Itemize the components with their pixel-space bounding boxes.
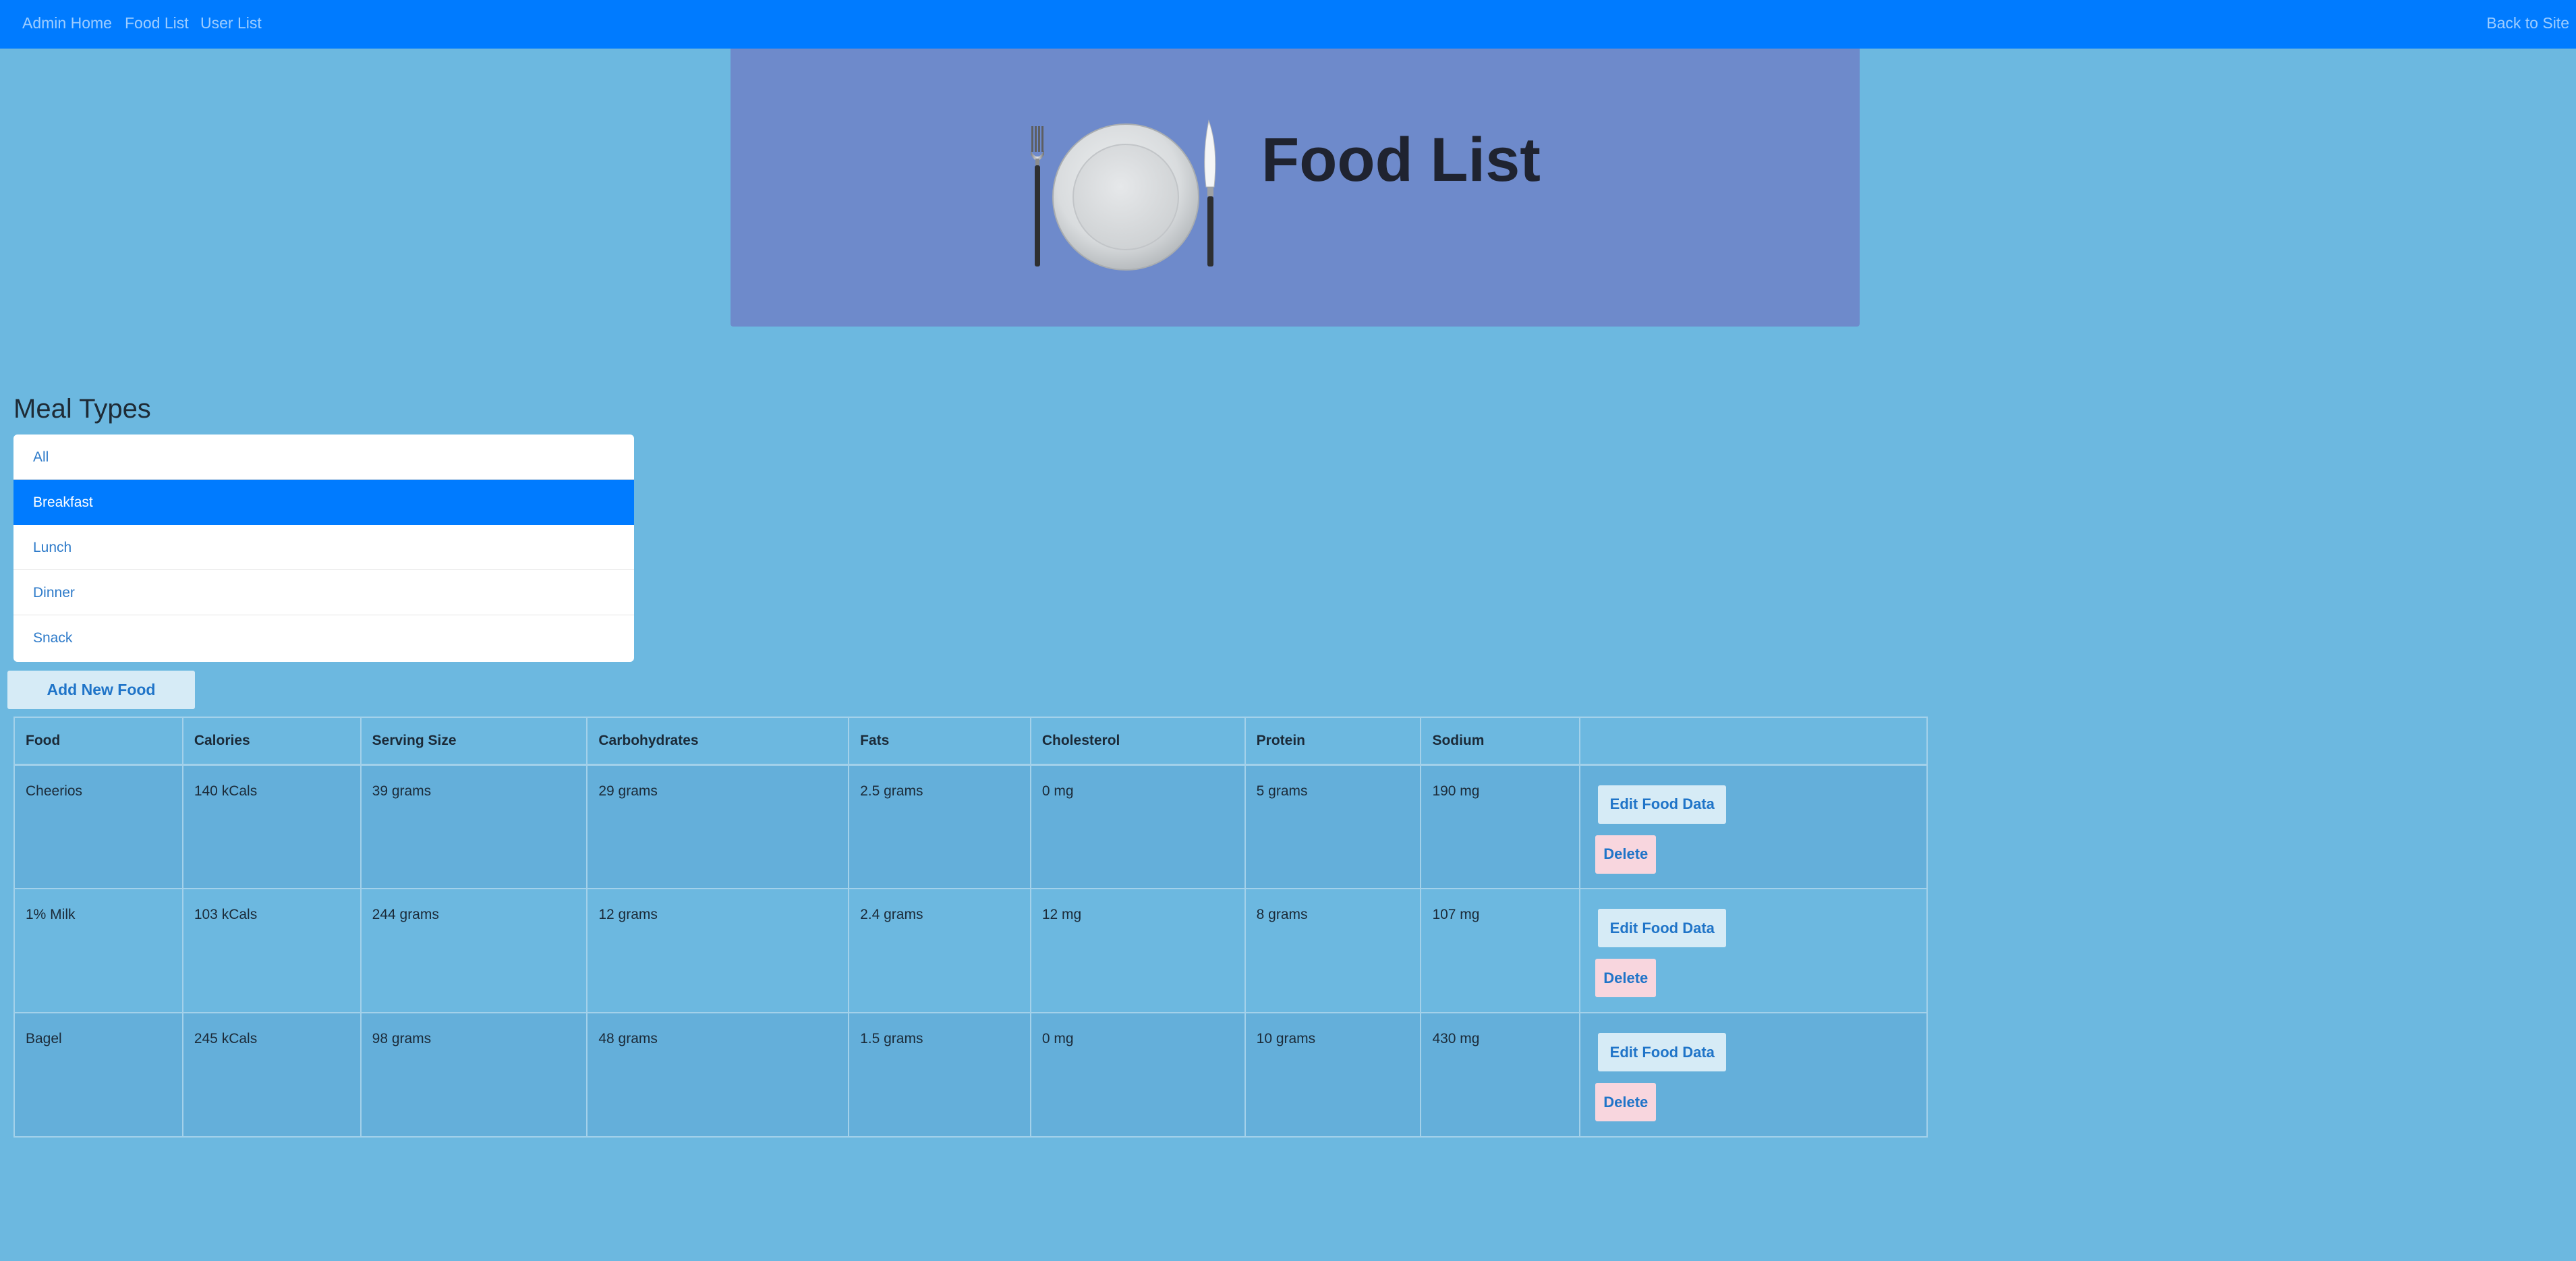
header-serving-size: Serving Size — [360, 717, 588, 766]
cell-serving-size: 98 grams — [360, 1012, 588, 1138]
cell-carbohydrates: 48 grams — [586, 1012, 850, 1138]
cell-carbohydrates: 29 grams — [586, 764, 850, 889]
meal-type-all[interactable]: All — [13, 435, 634, 480]
meal-types-heading: Meal Types — [13, 394, 151, 424]
page-title: Food List — [1261, 125, 1541, 194]
cell-cholesterol: 0 mg — [1029, 764, 1246, 889]
header-actions — [1579, 717, 1928, 766]
cell-carbohydrates: 12 grams — [586, 888, 850, 1013]
food-table: Food Calories Serving Size Carbohydrates… — [13, 717, 1928, 1138]
meal-types-list: All Breakfast Lunch Dinner Snack — [13, 435, 634, 662]
header-fats: Fats — [848, 717, 1031, 766]
table-row: Bagel 245 kCals 98 grams 48 grams 1.5 gr… — [13, 1012, 1928, 1138]
cell-cholesterol: 0 mg — [1029, 1012, 1246, 1138]
header-carbohydrates: Carbohydrates — [586, 717, 850, 766]
cell-cholesterol: 12 mg — [1029, 888, 1246, 1013]
cell-protein: 8 grams — [1244, 888, 1422, 1013]
fork-icon — [1031, 126, 1044, 267]
cell-actions: Edit Food Data Delete — [1579, 764, 1928, 889]
top-navbar: Admin Home Food List User List Back to S… — [0, 0, 2576, 49]
page-banner: Food List — [731, 49, 1860, 327]
cell-fats: 2.5 grams — [848, 764, 1031, 889]
meal-type-breakfast[interactable]: Breakfast — [13, 480, 634, 525]
header-food: Food — [13, 717, 183, 766]
table-row: 1% Milk 103 kCals 244 grams 12 grams 2.4… — [13, 888, 1928, 1013]
add-new-food-button[interactable]: Add New Food — [7, 671, 195, 709]
cell-serving-size: 244 grams — [360, 888, 588, 1013]
meal-type-lunch[interactable]: Lunch — [13, 525, 634, 570]
cell-calories: 103 kCals — [181, 888, 362, 1013]
cell-calories: 140 kCals — [181, 764, 362, 889]
header-calories: Calories — [181, 717, 362, 766]
cell-fats: 1.5 grams — [848, 1012, 1031, 1138]
header-cholesterol: Cholesterol — [1029, 717, 1246, 766]
table-header-row: Food Calories Serving Size Carbohydrates… — [13, 717, 1928, 766]
nav-admin-home-link[interactable]: Admin Home — [22, 0, 112, 49]
cell-sodium: 430 mg — [1420, 1012, 1581, 1138]
cell-food: Cheerios — [13, 764, 183, 889]
cell-protein: 10 grams — [1244, 1012, 1422, 1138]
place-setting-icon — [1031, 119, 1216, 271]
cell-sodium: 107 mg — [1420, 888, 1581, 1013]
cell-serving-size: 39 grams — [360, 764, 588, 889]
nav-back-to-site-link[interactable]: Back to Site — [2486, 0, 2569, 49]
cell-protein: 5 grams — [1244, 764, 1422, 889]
cell-food: Bagel — [13, 1012, 183, 1138]
meal-type-snack[interactable]: Snack — [13, 615, 634, 661]
cell-fats: 2.4 grams — [848, 888, 1031, 1013]
cell-sodium: 190 mg — [1420, 764, 1581, 889]
nav-food-list-link[interactable]: Food List — [125, 0, 189, 49]
cell-food: 1% Milk — [13, 888, 183, 1013]
nav-user-list-link[interactable]: User List — [200, 0, 262, 49]
header-protein: Protein — [1244, 717, 1422, 766]
delete-button[interactable]: Delete — [1595, 959, 1657, 997]
edit-food-data-button[interactable]: Edit Food Data — [1598, 785, 1727, 824]
cell-actions: Edit Food Data Delete — [1579, 888, 1928, 1013]
meal-type-dinner[interactable]: Dinner — [13, 570, 634, 615]
header-sodium: Sodium — [1420, 717, 1581, 766]
delete-button[interactable]: Delete — [1595, 835, 1657, 874]
delete-button[interactable]: Delete — [1595, 1083, 1657, 1121]
knife-icon — [1204, 119, 1216, 267]
cell-calories: 245 kCals — [181, 1012, 362, 1138]
edit-food-data-button[interactable]: Edit Food Data — [1598, 1033, 1727, 1071]
cell-actions: Edit Food Data Delete — [1579, 1012, 1928, 1138]
table-row: Cheerios 140 kCals 39 grams 29 grams 2.5… — [13, 764, 1928, 889]
edit-food-data-button[interactable]: Edit Food Data — [1598, 909, 1727, 947]
